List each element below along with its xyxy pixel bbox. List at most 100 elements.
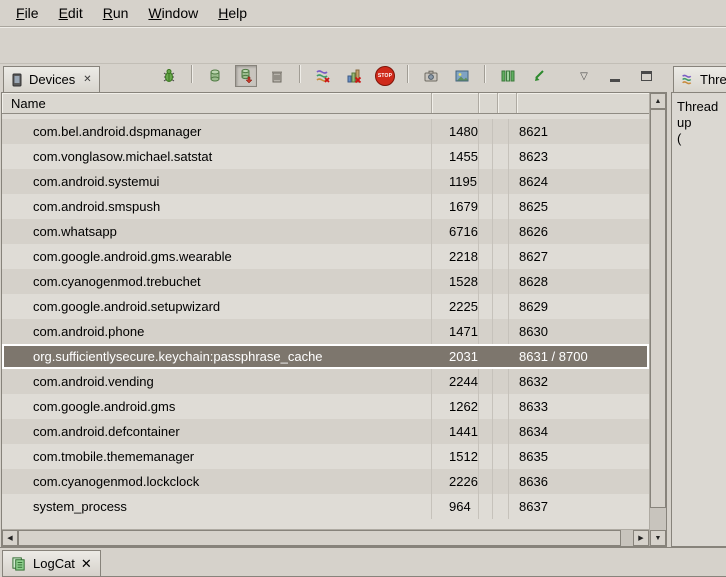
device-row[interactable]: com.whatsapp6716 8626 — [2, 219, 649, 244]
threads-message-line: Thread up — [677, 99, 726, 131]
scroll-up-button[interactable]: ▲ — [650, 93, 666, 109]
menu-file[interactable]: File — [6, 1, 49, 25]
dump-hprof-icon[interactable] — [235, 65, 257, 87]
device-table: Name com.bel.android.dspmanager14808621c… — [1, 92, 667, 547]
minimize-icon[interactable] — [604, 65, 626, 87]
process-name: com.vonglasow.michael.satstat — [2, 144, 432, 169]
stop-process-icon[interactable]: STOP — [374, 65, 396, 87]
device-row[interactable]: com.android.defcontainer144118634 — [2, 419, 649, 444]
menu-run[interactable]: Run — [93, 1, 139, 25]
horizontal-scrollbar[interactable]: ◀ ▶ — [2, 529, 649, 546]
vertical-scrollbar[interactable]: ▲ ▼ — [649, 93, 666, 546]
thread-updates-icon[interactable] — [528, 65, 550, 87]
threads-view: Threads ✕ Thread up ( — [671, 64, 726, 547]
threads-message-line: ( — [677, 131, 726, 147]
process-name: com.cyanogenmod.lockclock — [2, 469, 432, 494]
device-row[interactable]: com.android.phone14718630 — [2, 319, 649, 344]
vertical-scroll-thumb[interactable] — [650, 109, 666, 508]
process-pid: 20311 — [432, 344, 479, 369]
tab-logcat[interactable]: LogCat ✕ — [2, 550, 101, 577]
empty-cell — [479, 369, 493, 394]
debug-process-icon[interactable] — [158, 65, 180, 87]
devices-view: Devices ✕ — [1, 64, 667, 547]
process-name: com.cyanogenmod.trebuchet — [2, 269, 432, 294]
capture-view-icon[interactable] — [451, 65, 473, 87]
process-port: 8635 — [509, 444, 649, 469]
device-row[interactable]: com.android.systemui11958624 — [2, 169, 649, 194]
process-port: 8623 — [509, 144, 649, 169]
scroll-right-button[interactable]: ▶ — [633, 530, 649, 546]
toolbar-separator — [407, 65, 409, 83]
tab-threads[interactable]: Threads ✕ — [673, 66, 726, 92]
device-row[interactable]: com.vonglasow.michael.satstat14553 8623 — [2, 144, 649, 169]
update-heap-icon[interactable] — [204, 65, 226, 87]
menu-help[interactable]: Help — [208, 1, 257, 25]
header-cell — [432, 93, 479, 113]
empty-cell — [479, 294, 493, 319]
empty-cell — [479, 169, 493, 194]
tab-devices[interactable]: Devices ✕ — [3, 66, 100, 92]
empty-cell — [493, 444, 509, 469]
devices-tab-close-icon[interactable]: ✕ — [81, 74, 91, 85]
device-row[interactable]: org.sufficientlysecure.keychain:passphra… — [2, 344, 649, 369]
process-name: com.whatsapp — [2, 219, 432, 244]
screen-capture-icon[interactable] — [420, 65, 442, 87]
device-row[interactable]: com.android.vending224408632 — [2, 369, 649, 394]
empty-cell — [493, 394, 509, 419]
start-method-profiling-icon[interactable] — [343, 65, 365, 87]
process-pid: 14553 — [432, 144, 479, 169]
empty-cell — [479, 319, 493, 344]
empty-cell — [493, 319, 509, 344]
device-row[interactable]: com.tmobile.thememanager15128635 — [2, 444, 649, 469]
device-row[interactable]: com.google.android.gms.wearable221858627 — [2, 244, 649, 269]
device-row[interactable]: com.google.android.setupwizard222508629 — [2, 294, 649, 319]
process-pid: 22185 — [432, 244, 479, 269]
process-port: 8634 — [509, 419, 649, 444]
process-name: com.android.defcontainer — [2, 419, 432, 444]
device-row[interactable]: com.bel.android.dspmanager14808621 — [2, 119, 649, 144]
device-row[interactable]: system_process9648637 — [2, 494, 649, 519]
device-row[interactable]: com.cyanogenmod.lockclock222658636 — [2, 469, 649, 494]
cause-gc-icon[interactable] — [266, 65, 288, 87]
process-name: com.android.systemui — [2, 169, 432, 194]
scroll-down-button[interactable]: ▼ — [650, 530, 666, 546]
logcat-tab-label: LogCat — [33, 556, 75, 571]
process-pid: 1480 — [432, 119, 479, 144]
device-table-body: com.bel.android.dspmanager14808621com.vo… — [2, 114, 649, 529]
empty-cell — [493, 419, 509, 444]
process-name: com.android.smspush — [2, 194, 432, 219]
process-name: system_process — [2, 494, 432, 519]
process-pid: 964 — [432, 494, 479, 519]
device-row[interactable]: com.cyanogenmod.trebuchet15288628 — [2, 269, 649, 294]
process-port: 8627 — [509, 244, 649, 269]
update-threads-icon[interactable] — [312, 65, 334, 87]
scroll-left-button[interactable]: ◀ — [2, 530, 18, 546]
empty-cell — [479, 469, 493, 494]
menu-window[interactable]: Window — [138, 1, 208, 25]
logcat-tab-icon — [11, 556, 27, 571]
view-menu-icon[interactable]: ▽ — [573, 65, 595, 87]
threads-tab-icon — [681, 73, 694, 86]
process-port: 8626 — [509, 219, 649, 244]
device-row[interactable]: com.google.android.gms126238633 — [2, 394, 649, 419]
header-cell-name[interactable]: Name — [2, 93, 432, 113]
process-pid: 6716 — [432, 219, 479, 244]
empty-cell — [479, 344, 493, 369]
process-name: com.google.android.gms — [2, 394, 432, 419]
maximize-icon[interactable] — [635, 65, 657, 87]
horizontal-scroll-thumb[interactable] — [18, 530, 621, 546]
process-pid: 1512 — [432, 444, 479, 469]
toolbar-separator — [484, 65, 486, 83]
empty-cell — [493, 269, 509, 294]
logcat-tab-close-icon[interactable]: ✕ — [81, 556, 92, 572]
header-cell — [498, 93, 517, 113]
devices-toolbar: STOP — [158, 65, 667, 92]
menu-edit[interactable]: Edit — [49, 1, 93, 25]
empty-cell — [479, 444, 493, 469]
empty-cell — [479, 394, 493, 419]
device-row[interactable]: com.android.smspush16798625 — [2, 194, 649, 219]
heap-updates-icon[interactable] — [497, 65, 519, 87]
empty-cell — [493, 244, 509, 269]
empty-cell — [493, 369, 509, 394]
stop-sign: STOP — [375, 66, 395, 86]
